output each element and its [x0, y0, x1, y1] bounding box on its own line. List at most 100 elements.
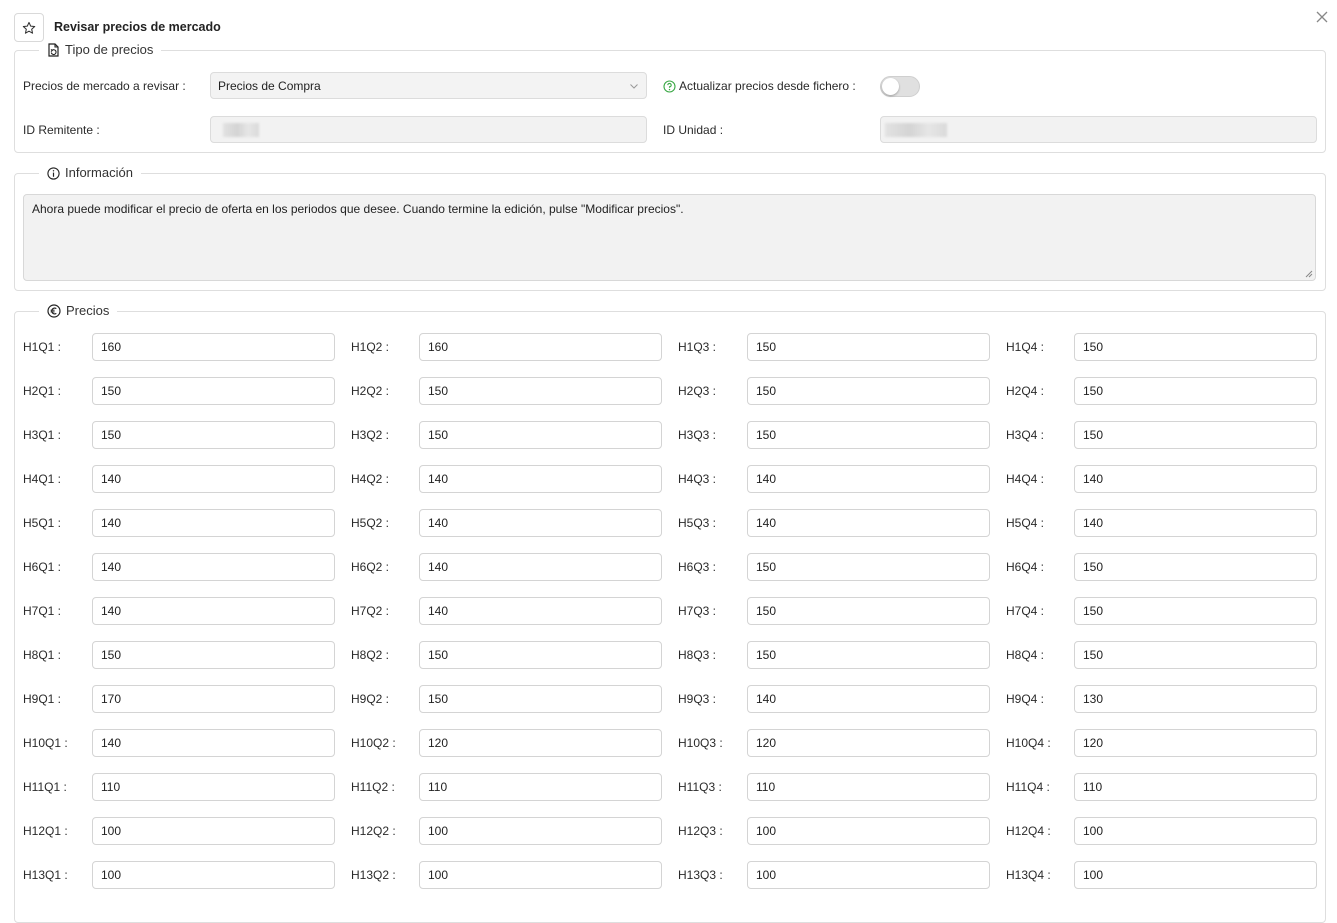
price-label: H9Q4 :: [1006, 692, 1045, 706]
dialog-header: Revisar precios de mercado: [0, 0, 1337, 44]
price-label: H8Q4 :: [1006, 648, 1045, 662]
price-label: H13Q2 :: [351, 868, 396, 882]
price-input[interactable]: 140: [747, 685, 990, 713]
price-input[interactable]: 100: [92, 861, 335, 889]
price-input[interactable]: 150: [419, 377, 662, 405]
price-input[interactable]: 140: [747, 509, 990, 537]
price-label: H11Q2 :: [351, 780, 395, 794]
price-input[interactable]: 150: [92, 377, 335, 405]
price-input[interactable]: 150: [747, 421, 990, 449]
price-label: H2Q2 :: [351, 384, 390, 398]
price-label: H1Q3 :: [678, 340, 717, 354]
unit-id-field: [880, 116, 1317, 143]
file-refresh-icon: [48, 43, 59, 57]
price-label: H13Q4 :: [1006, 868, 1051, 882]
price-input[interactable]: 140: [92, 597, 335, 625]
dialog-title: Revisar precios de mercado: [54, 20, 221, 34]
price-input[interactable]: 110: [92, 773, 335, 801]
price-label: H12Q1 :: [23, 824, 68, 838]
price-input[interactable]: 150: [1074, 333, 1317, 361]
price-input[interactable]: 140: [419, 597, 662, 625]
price-input[interactable]: 110: [747, 773, 990, 801]
precios-legend-text: Precios: [66, 303, 110, 318]
price-label: H11Q1 :: [23, 780, 67, 794]
star-icon: [22, 21, 36, 34]
price-label: H8Q1 :: [23, 648, 62, 662]
informacion-legend: Información: [39, 165, 141, 181]
update-from-file-label: Actualizar precios desde fichero :: [679, 79, 856, 93]
close-icon[interactable]: [1314, 9, 1330, 25]
price-input[interactable]: 150: [92, 421, 335, 449]
price-input[interactable]: 150: [1074, 597, 1317, 625]
price-label: H11Q3 :: [678, 780, 722, 794]
price-input[interactable]: 100: [419, 861, 662, 889]
price-label: H1Q1 :: [23, 340, 62, 354]
price-input[interactable]: 150: [419, 685, 662, 713]
market-prices-select[interactable]: Precios de Compra: [210, 72, 647, 99]
price-input[interactable]: 100: [747, 861, 990, 889]
chevron-down-icon: [630, 84, 638, 89]
price-input[interactable]: 100: [747, 817, 990, 845]
price-label: H10Q4 :: [1006, 736, 1051, 750]
price-input[interactable]: 150: [92, 641, 335, 669]
price-input[interactable]: 100: [92, 817, 335, 845]
price-input[interactable]: 100: [1074, 861, 1317, 889]
price-label: H6Q1 :: [23, 560, 62, 574]
price-input[interactable]: 140: [92, 465, 335, 493]
price-label: H9Q2 :: [351, 692, 390, 706]
price-input[interactable]: 130: [1074, 685, 1317, 713]
price-label: H5Q4 :: [1006, 516, 1045, 530]
price-label: H3Q3 :: [678, 428, 717, 442]
price-label: H12Q2 :: [351, 824, 396, 838]
price-input[interactable]: 150: [747, 641, 990, 669]
price-input[interactable]: 100: [1074, 817, 1317, 845]
price-input[interactable]: 170: [92, 685, 335, 713]
unit-id-label: ID Unidad :: [663, 123, 724, 137]
euro-icon: [47, 304, 61, 318]
price-input[interactable]: 110: [419, 773, 662, 801]
price-input[interactable]: 150: [1074, 377, 1317, 405]
price-input[interactable]: 150: [1074, 421, 1317, 449]
price-label: H1Q2 :: [351, 340, 390, 354]
price-label: H1Q4 :: [1006, 340, 1045, 354]
price-input[interactable]: 150: [747, 553, 990, 581]
price-label: H4Q2 :: [351, 472, 390, 486]
price-input[interactable]: 150: [1074, 553, 1317, 581]
price-input[interactable]: 160: [419, 333, 662, 361]
price-input[interactable]: 100: [419, 817, 662, 845]
favorite-button[interactable]: [14, 13, 44, 42]
informacion-legend-text: Información: [65, 165, 133, 180]
price-input[interactable]: 120: [1074, 729, 1317, 757]
price-input[interactable]: 140: [92, 729, 335, 757]
price-input[interactable]: 150: [419, 421, 662, 449]
price-label: H5Q2 :: [351, 516, 390, 530]
price-input[interactable]: 140: [419, 509, 662, 537]
price-label: H8Q2 :: [351, 648, 390, 662]
price-label: H4Q4 :: [1006, 472, 1045, 486]
resize-handle-icon[interactable]: [1303, 268, 1313, 278]
price-input[interactable]: 140: [1074, 465, 1317, 493]
price-label: H7Q4 :: [1006, 604, 1045, 618]
price-input[interactable]: 140: [92, 509, 335, 537]
price-input[interactable]: 150: [747, 377, 990, 405]
precios-legend: Precios: [39, 303, 117, 319]
update-from-file-toggle[interactable]: [880, 76, 920, 97]
redacted-value: [223, 123, 259, 137]
price-input[interactable]: 120: [747, 729, 990, 757]
price-input[interactable]: 160: [92, 333, 335, 361]
price-input[interactable]: 110: [1074, 773, 1317, 801]
price-label: H5Q1 :: [23, 516, 62, 530]
price-input[interactable]: 140: [92, 553, 335, 581]
price-input[interactable]: 150: [419, 641, 662, 669]
price-input[interactable]: 140: [419, 465, 662, 493]
help-circle-icon[interactable]: [663, 80, 676, 93]
price-input[interactable]: 140: [419, 553, 662, 581]
price-input[interactable]: 150: [747, 597, 990, 625]
price-input[interactable]: 140: [747, 465, 990, 493]
price-input[interactable]: 140: [1074, 509, 1317, 537]
tipo-precios-legend: Tipo de precios: [39, 42, 161, 58]
price-input[interactable]: 150: [747, 333, 990, 361]
price-input[interactable]: 120: [419, 729, 662, 757]
price-label: H2Q3 :: [678, 384, 717, 398]
price-input[interactable]: 150: [1074, 641, 1317, 669]
